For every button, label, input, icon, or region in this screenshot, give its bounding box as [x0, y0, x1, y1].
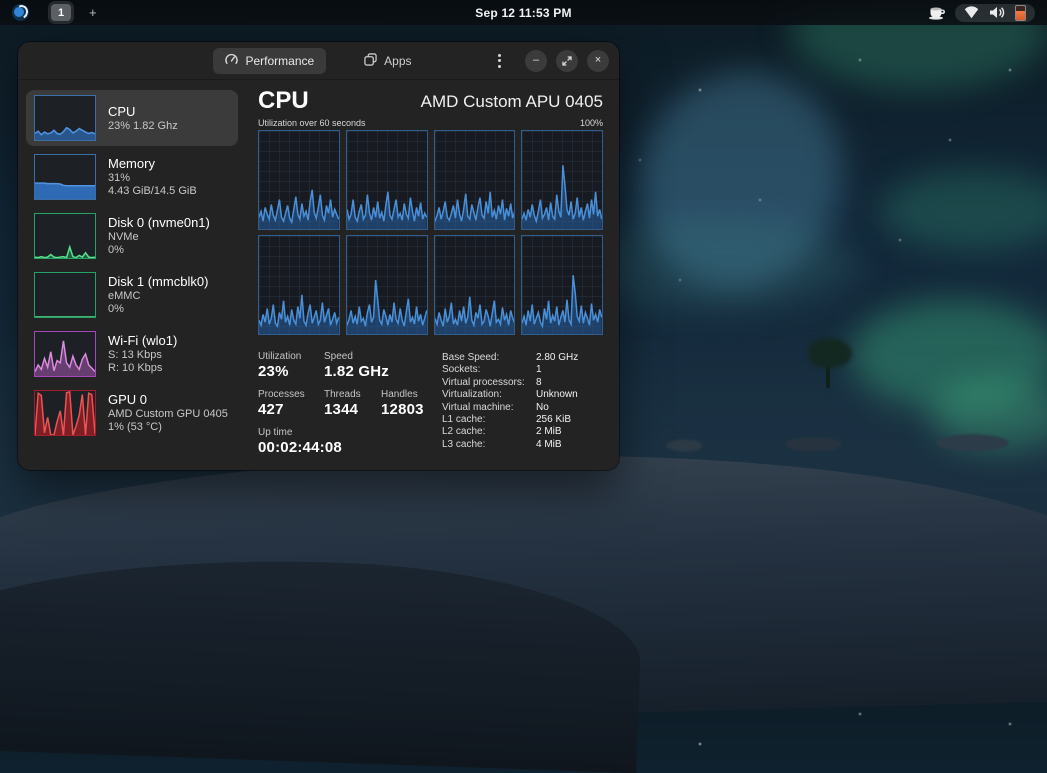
gpu-mini-chart — [34, 390, 96, 436]
sidebar-item-title: Wi-Fi (wlo1) — [108, 333, 177, 349]
sidebar-item-line: S: 13 Kbps — [108, 349, 177, 362]
sidebar-item-line: AMD Custom GPU 0405 — [108, 408, 228, 421]
tab-apps-label: Apps — [384, 54, 411, 68]
wallpaper-rocks — [620, 430, 1047, 456]
stat-threads: Threads 1344 — [324, 389, 381, 418]
cpu-core-graph-7 — [521, 235, 603, 335]
sidebar-item-title: CPU — [108, 104, 178, 120]
titlebar[interactable]: Performance Apps – — [18, 42, 619, 80]
tab-performance-label: Performance — [245, 54, 314, 68]
detail-row: Virtual processors: 8 — [442, 377, 578, 389]
wifi-icon[interactable] — [964, 6, 979, 19]
gauge-icon — [225, 53, 238, 69]
memory-mini-chart — [34, 154, 96, 200]
detail-row: L1 cache: 256 KiB — [442, 414, 578, 426]
system-tray — [928, 4, 1035, 22]
sidebar-item-disk1[interactable]: Disk 1 (mmcblk0) eMMC 0% — [26, 267, 238, 323]
minimize-button[interactable]: – — [525, 50, 547, 72]
detail-row: L2 cache: 2 MiB — [442, 426, 578, 438]
sidebar-item-memory[interactable]: Memory 31% 4.43 GiB/14.5 GiB — [26, 149, 238, 205]
window-controls: – × — [492, 50, 609, 72]
tab-performance[interactable]: Performance — [213, 48, 326, 74]
menu-kebab-icon[interactable] — [492, 50, 506, 72]
tab-apps[interactable]: Apps — [352, 48, 423, 74]
cpu-stats: Utilization 23% Speed 1.82 GHz Processes… — [258, 351, 436, 465]
detail-row: Base Speed: 2.80 GHz — [442, 352, 578, 364]
cpu-core-graph-6 — [434, 235, 516, 335]
core-graphs-grid — [258, 130, 603, 335]
detail-row: Virtualization: Unknown — [442, 389, 578, 401]
cpu-core-graph-3 — [521, 130, 603, 230]
wifi-mini-chart — [34, 331, 96, 377]
sidebar-item-line: 31% — [108, 172, 197, 185]
sidebar-item-wifi[interactable]: Wi-Fi (wlo1) S: 13 Kbps R: 10 Kbps — [26, 326, 238, 382]
detail-row: L3 cache: 4 MiB — [442, 439, 578, 451]
cpu-core-graph-0 — [258, 130, 340, 230]
task-manager-window: Performance Apps – — [18, 42, 619, 470]
sidebar-item-line: 23% 1.82 Ghz — [108, 120, 178, 133]
disk1-mini-chart — [34, 272, 96, 318]
stat-processes: Processes 427 — [258, 389, 324, 418]
sidebar-item-gpu[interactable]: GPU 0 AMD Custom GPU 0405 1% (53 °C) — [26, 385, 238, 441]
sidebar-item-title: GPU 0 — [108, 392, 228, 408]
aurora-wisp — [850, 300, 1047, 410]
apps-icon — [364, 53, 377, 69]
page-title: CPU — [258, 88, 309, 114]
cpu-core-graph-2 — [434, 130, 516, 230]
close-button[interactable]: × — [587, 50, 609, 72]
volume-icon[interactable] — [989, 6, 1005, 19]
graph-caption-label: Utilization over 60 seconds — [258, 118, 366, 128]
tree-silhouette — [826, 362, 830, 388]
caffeine-cup-icon[interactable] — [928, 5, 946, 20]
cpu-details: Base Speed: 2.80 GHz Sockets: 1 Virtual … — [442, 351, 578, 465]
cpu-core-graph-1 — [346, 130, 428, 230]
sidebar-item-line: eMMC — [108, 290, 208, 303]
sidebar-item-line: 0% — [108, 244, 210, 257]
sidebar-item-line: 1% (53 °C) — [108, 421, 228, 434]
sidebar-item-title: Disk 0 (nvme0n1) — [108, 215, 210, 231]
sidebar-item-disk0[interactable]: Disk 0 (nvme0n1) NVMe 0% — [26, 208, 238, 264]
distro-logo-icon[interactable] — [12, 4, 29, 21]
cpu-model-label: AMD Custom APU 0405 — [421, 90, 603, 114]
sidebar-item-line: 0% — [108, 303, 208, 316]
cpu-mini-chart — [34, 95, 96, 141]
sidebar-item-line: NVMe — [108, 231, 210, 244]
clock: Sep 12 11:53 PM — [0, 6, 1047, 20]
add-workspace-button[interactable]: + — [89, 5, 97, 20]
graph-max-label: 100% — [580, 118, 603, 128]
detail-row: Sockets: 1 — [442, 364, 578, 376]
aurora-wisp — [604, 39, 876, 321]
workspace-indicator[interactable]: 1 — [51, 4, 71, 21]
cpu-core-graph-4 — [258, 235, 340, 335]
clock-label[interactable]: Sep 12 11:53 PM — [475, 6, 571, 20]
cpu-core-graph-5 — [346, 235, 428, 335]
stat-handles: Handles 12803 — [381, 389, 424, 418]
aurora-wisp — [880, 170, 1047, 250]
stat-speed: Speed 1.82 GHz — [324, 351, 389, 380]
sidebar-item-title: Memory — [108, 156, 197, 172]
sidebar-item-line: R: 10 Kbps — [108, 362, 177, 375]
cpu-panel: CPU AMD Custom APU 0405 Utilization over… — [246, 80, 619, 470]
performance-sidebar: CPU 23% 1.82 Ghz Memory 31% 4.43 GiB/14.… — [18, 80, 246, 470]
disk0-mini-chart — [34, 213, 96, 259]
battery-icon[interactable] — [1015, 5, 1026, 21]
sidebar-item-line: 4.43 GiB/14.5 GiB — [108, 185, 197, 198]
restore-button[interactable] — [556, 50, 578, 72]
sidebar-item-cpu[interactable]: CPU 23% 1.82 Ghz — [26, 90, 238, 146]
status-pill[interactable] — [955, 4, 1035, 22]
stat-uptime: Up time 00:02:44:08 — [258, 427, 342, 456]
detail-row: Virtual machine: No — [442, 402, 578, 414]
top-panel: 1 + Sep 12 11:53 PM — [0, 0, 1047, 25]
sidebar-item-title: Disk 1 (mmcblk0) — [108, 274, 208, 290]
stat-utilization: Utilization 23% — [258, 351, 324, 380]
